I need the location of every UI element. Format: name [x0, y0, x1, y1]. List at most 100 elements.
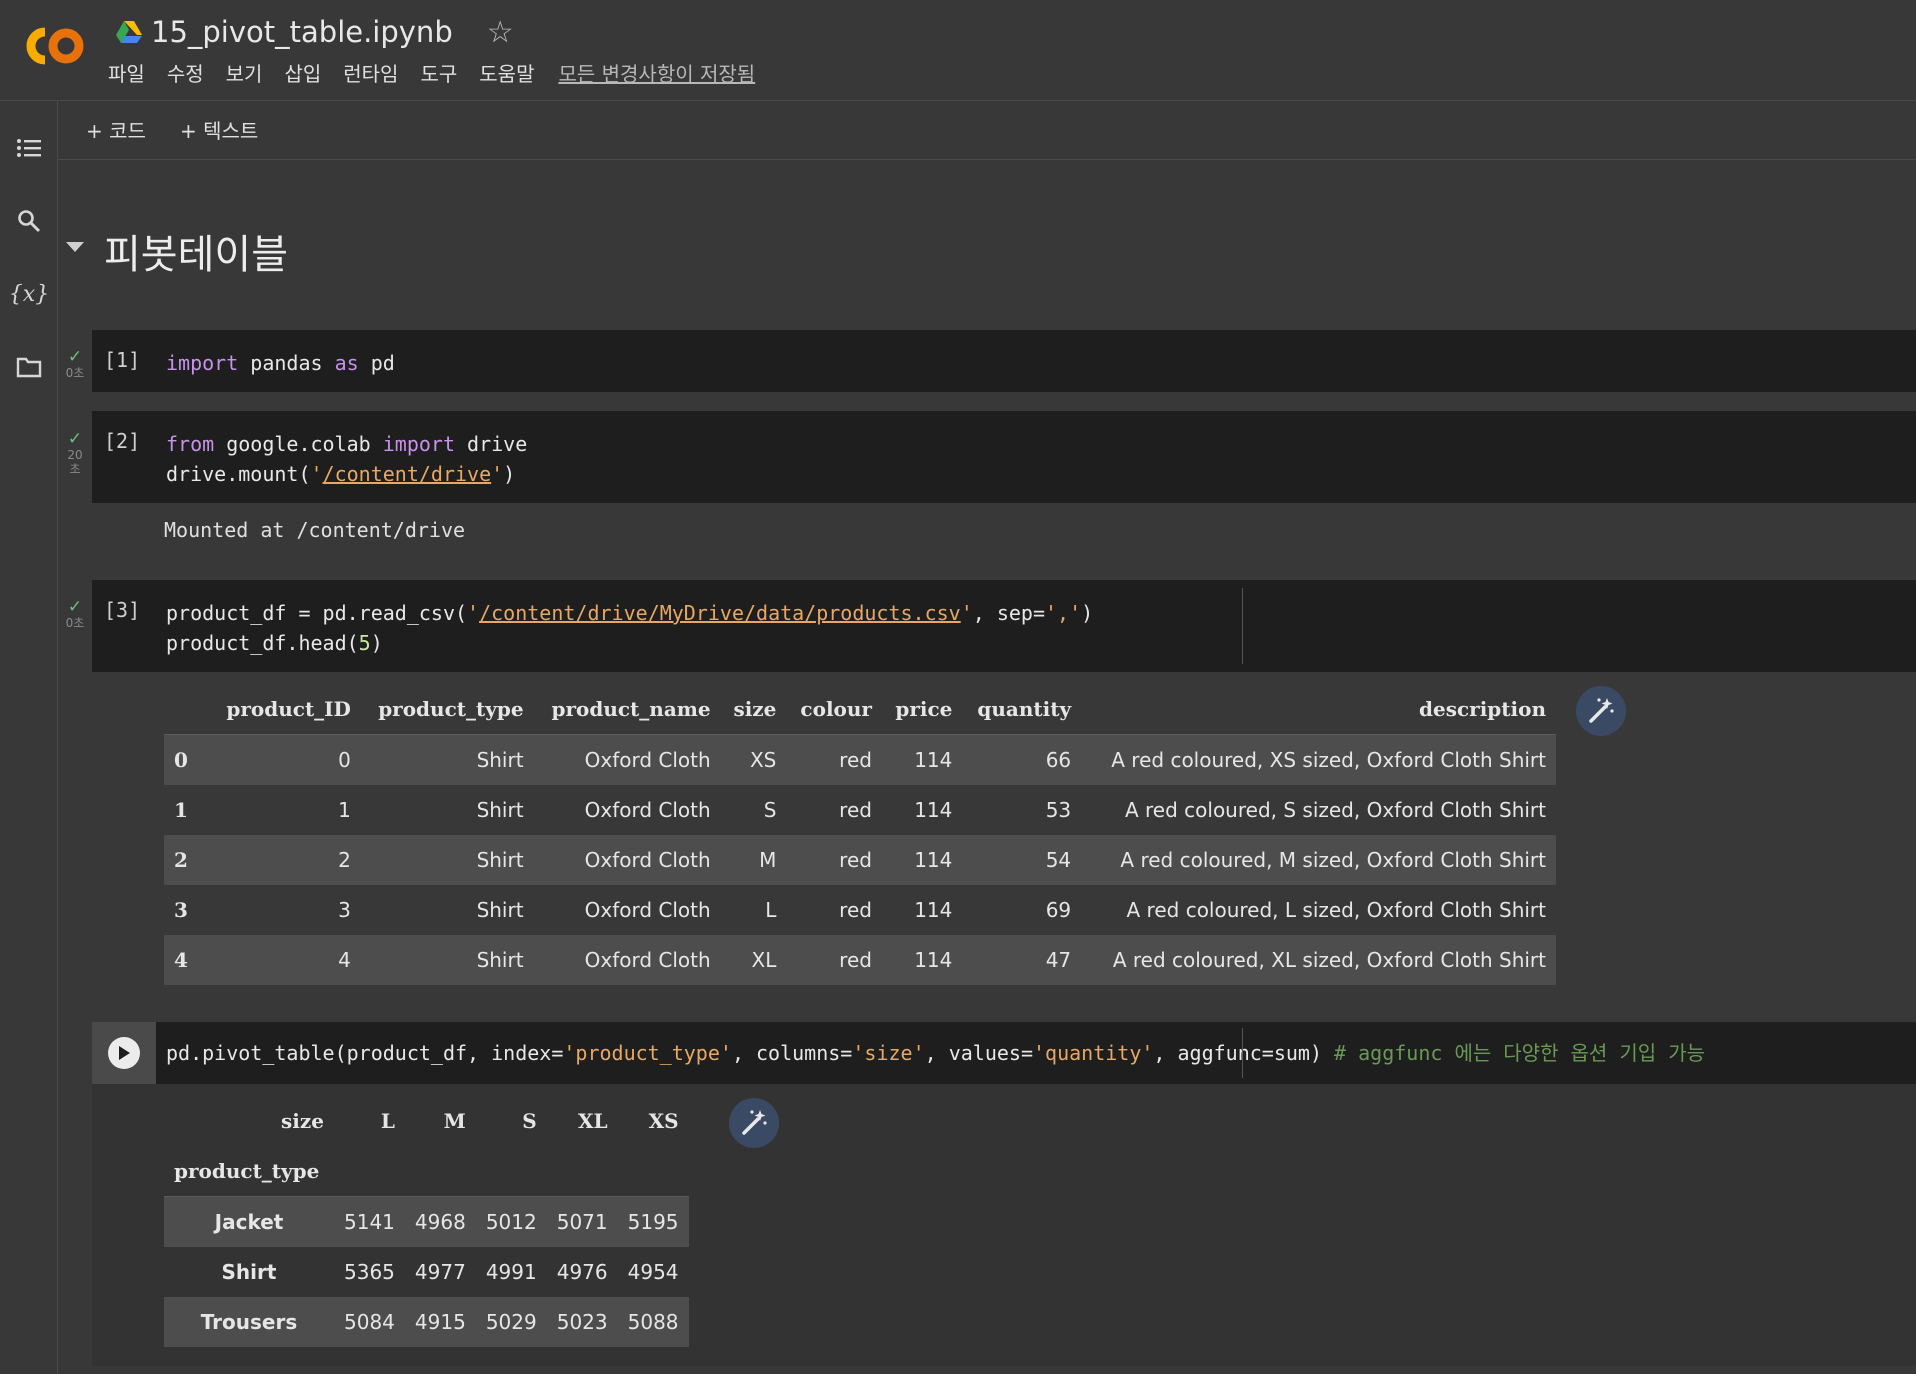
table-cell: red: [786, 734, 882, 785]
cell-2-exec-time-unit: 초: [69, 462, 81, 476]
menu-help[interactable]: 도움말: [479, 58, 534, 87]
cell-4-code[interactable]: pd.pivot_table(product_df, index='produc…: [166, 1038, 1705, 1068]
table-cell: 5023: [546, 1297, 618, 1347]
code-cell-2[interactable]: [2] from google.colab import drive drive.…: [92, 411, 1916, 503]
pivot-dataframe: size L M S XL XS product_type Jacket 514…: [164, 1096, 689, 1347]
cell-3-exec-time: 0초: [65, 616, 85, 630]
pivot-columns-row: size L M S XL XS: [164, 1096, 689, 1146]
table-cell: Oxford Cloth: [584, 798, 711, 822]
table-cell: Oxford Cloth: [533, 734, 721, 785]
search-icon[interactable]: [14, 206, 44, 236]
check-icon: ✓: [67, 347, 83, 367]
table-cell: Shirt: [476, 898, 524, 922]
menu-tools[interactable]: 도구: [420, 58, 457, 87]
table-cell: 5195: [617, 1196, 689, 1247]
table-row: 3 3 Shirt Oxford Cloth L red 114 69 A re…: [164, 885, 1556, 935]
variables-icon[interactable]: {x}: [9, 279, 49, 309]
column-header: price: [881, 684, 963, 735]
title-row: 15_pivot_table.ipynb ☆: [115, 12, 514, 52]
table-cell: 4: [210, 935, 361, 985]
table-cell: Shirt: [360, 935, 534, 985]
row-index: 2: [164, 835, 210, 885]
table-cell: 5084: [334, 1297, 405, 1347]
table-cell: 4977: [414, 1260, 466, 1284]
column-header: product_type: [360, 684, 534, 735]
table-cell: XL: [720, 935, 787, 985]
table-row: Jacket 5141 4968 5012 5071 5195: [164, 1196, 689, 1247]
table-cell: 5029: [475, 1297, 547, 1347]
cell-1-code[interactable]: import pandas as pd: [166, 348, 395, 378]
cell-2-output: Mounted at /content/drive: [164, 518, 466, 542]
menu-insert[interactable]: 삽입: [284, 58, 321, 87]
table-cell: 5365: [344, 1260, 395, 1284]
table-cell: red: [839, 898, 872, 922]
empty-header: [617, 1146, 689, 1197]
table-cell: A red coloured, M sized, Oxford Cloth Sh…: [1081, 835, 1556, 885]
add-code-cell-button[interactable]: + 코드: [86, 115, 146, 144]
row-index: 3: [174, 898, 188, 922]
table-cell: 0: [210, 734, 361, 785]
table-cell: 4991: [485, 1260, 537, 1284]
table-cell: Shirt: [476, 798, 524, 822]
row-index: Trousers: [164, 1297, 334, 1347]
suggest-chart-button[interactable]: [729, 1098, 779, 1148]
row-index: 4: [164, 935, 210, 985]
table-cell: XS: [720, 734, 787, 785]
column-header: XS: [648, 1109, 679, 1133]
index-header: [164, 684, 210, 735]
column-header: product_ID: [210, 684, 361, 735]
cell-2-status: ✓ 20 초: [58, 430, 92, 476]
table-cell: 5071: [546, 1196, 618, 1247]
column-header: colour: [786, 684, 882, 735]
empty-header: [546, 1146, 618, 1197]
table-cell: M: [720, 835, 787, 885]
table-cell: red: [839, 798, 872, 822]
notebook-title[interactable]: 15_pivot_table.ipynb: [151, 15, 453, 49]
files-icon[interactable]: [14, 352, 44, 382]
google-drive-icon[interactable]: [115, 20, 143, 44]
section-heading: 피봇테이블: [104, 232, 288, 278]
column-header: description: [1081, 684, 1556, 735]
empty-header: [404, 1146, 476, 1197]
table-row: 2 2 Shirt Oxford Cloth M red 114 54 A re…: [164, 835, 1556, 885]
ruler-line: [1242, 1028, 1243, 1078]
code-cell-1[interactable]: [1] import pandas as pd: [92, 330, 1916, 392]
ruler-line: [1242, 588, 1243, 664]
table-cell: 114: [914, 898, 953, 922]
section-collapse-icon[interactable]: [66, 242, 84, 252]
code-cell-4[interactable]: pd.pivot_table(product_df, index='produc…: [92, 1022, 1916, 1084]
row-index: Jacket: [164, 1196, 334, 1247]
menu-file[interactable]: 파일: [108, 58, 145, 87]
column-header: L: [380, 1109, 395, 1133]
colab-logo[interactable]: [18, 22, 88, 70]
run-cell-button[interactable]: [92, 1022, 156, 1084]
table-header-row: product_ID product_type product_name siz…: [164, 684, 1556, 735]
table-row: Trousers 5084 4915 5029 5023 5088: [164, 1297, 689, 1347]
table-cell: 114: [881, 734, 963, 785]
suggest-chart-button[interactable]: [1576, 686, 1626, 736]
cell-2-exec-time: 20: [67, 448, 83, 462]
check-icon: ✓: [67, 597, 83, 617]
cell-3-code[interactable]: product_df = pd.read_csv('/content/drive…: [166, 598, 1093, 658]
left-rail: {x}: [0, 101, 58, 1374]
cell-1-exec-time: 0초: [65, 366, 85, 380]
cell-3-prompt: [3]: [104, 598, 141, 622]
menu-runtime[interactable]: 런타임: [343, 58, 398, 87]
empty-header: [475, 1146, 547, 1197]
menu-view[interactable]: 보기: [226, 58, 263, 87]
table-cell: 4915: [404, 1297, 476, 1347]
cell-1-prompt: [1]: [104, 348, 141, 372]
table-cell: 1: [338, 798, 351, 822]
cell-2-code[interactable]: from google.colab import drive drive.moun…: [166, 429, 527, 489]
add-text-cell-button[interactable]: + 텍스트: [180, 115, 258, 144]
menu-edit[interactable]: 수정: [167, 58, 204, 87]
code-cell-3[interactable]: [3] product_df = pd.read_csv('/content/d…: [92, 580, 1916, 672]
table-cell: Shirt: [360, 835, 534, 885]
index-name: product_type: [164, 1146, 334, 1197]
star-icon[interactable]: ☆: [487, 15, 514, 50]
menu-bar: 파일 수정 보기 삽입 런타임 도구 도움말 모든 변경사항이 저장됨: [108, 58, 755, 87]
empty-header: [334, 1146, 405, 1197]
table-of-contents-icon[interactable]: [14, 133, 44, 163]
save-status-link[interactable]: 모든 변경사항이 저장됨: [558, 58, 755, 87]
columns-name: size: [281, 1109, 324, 1133]
